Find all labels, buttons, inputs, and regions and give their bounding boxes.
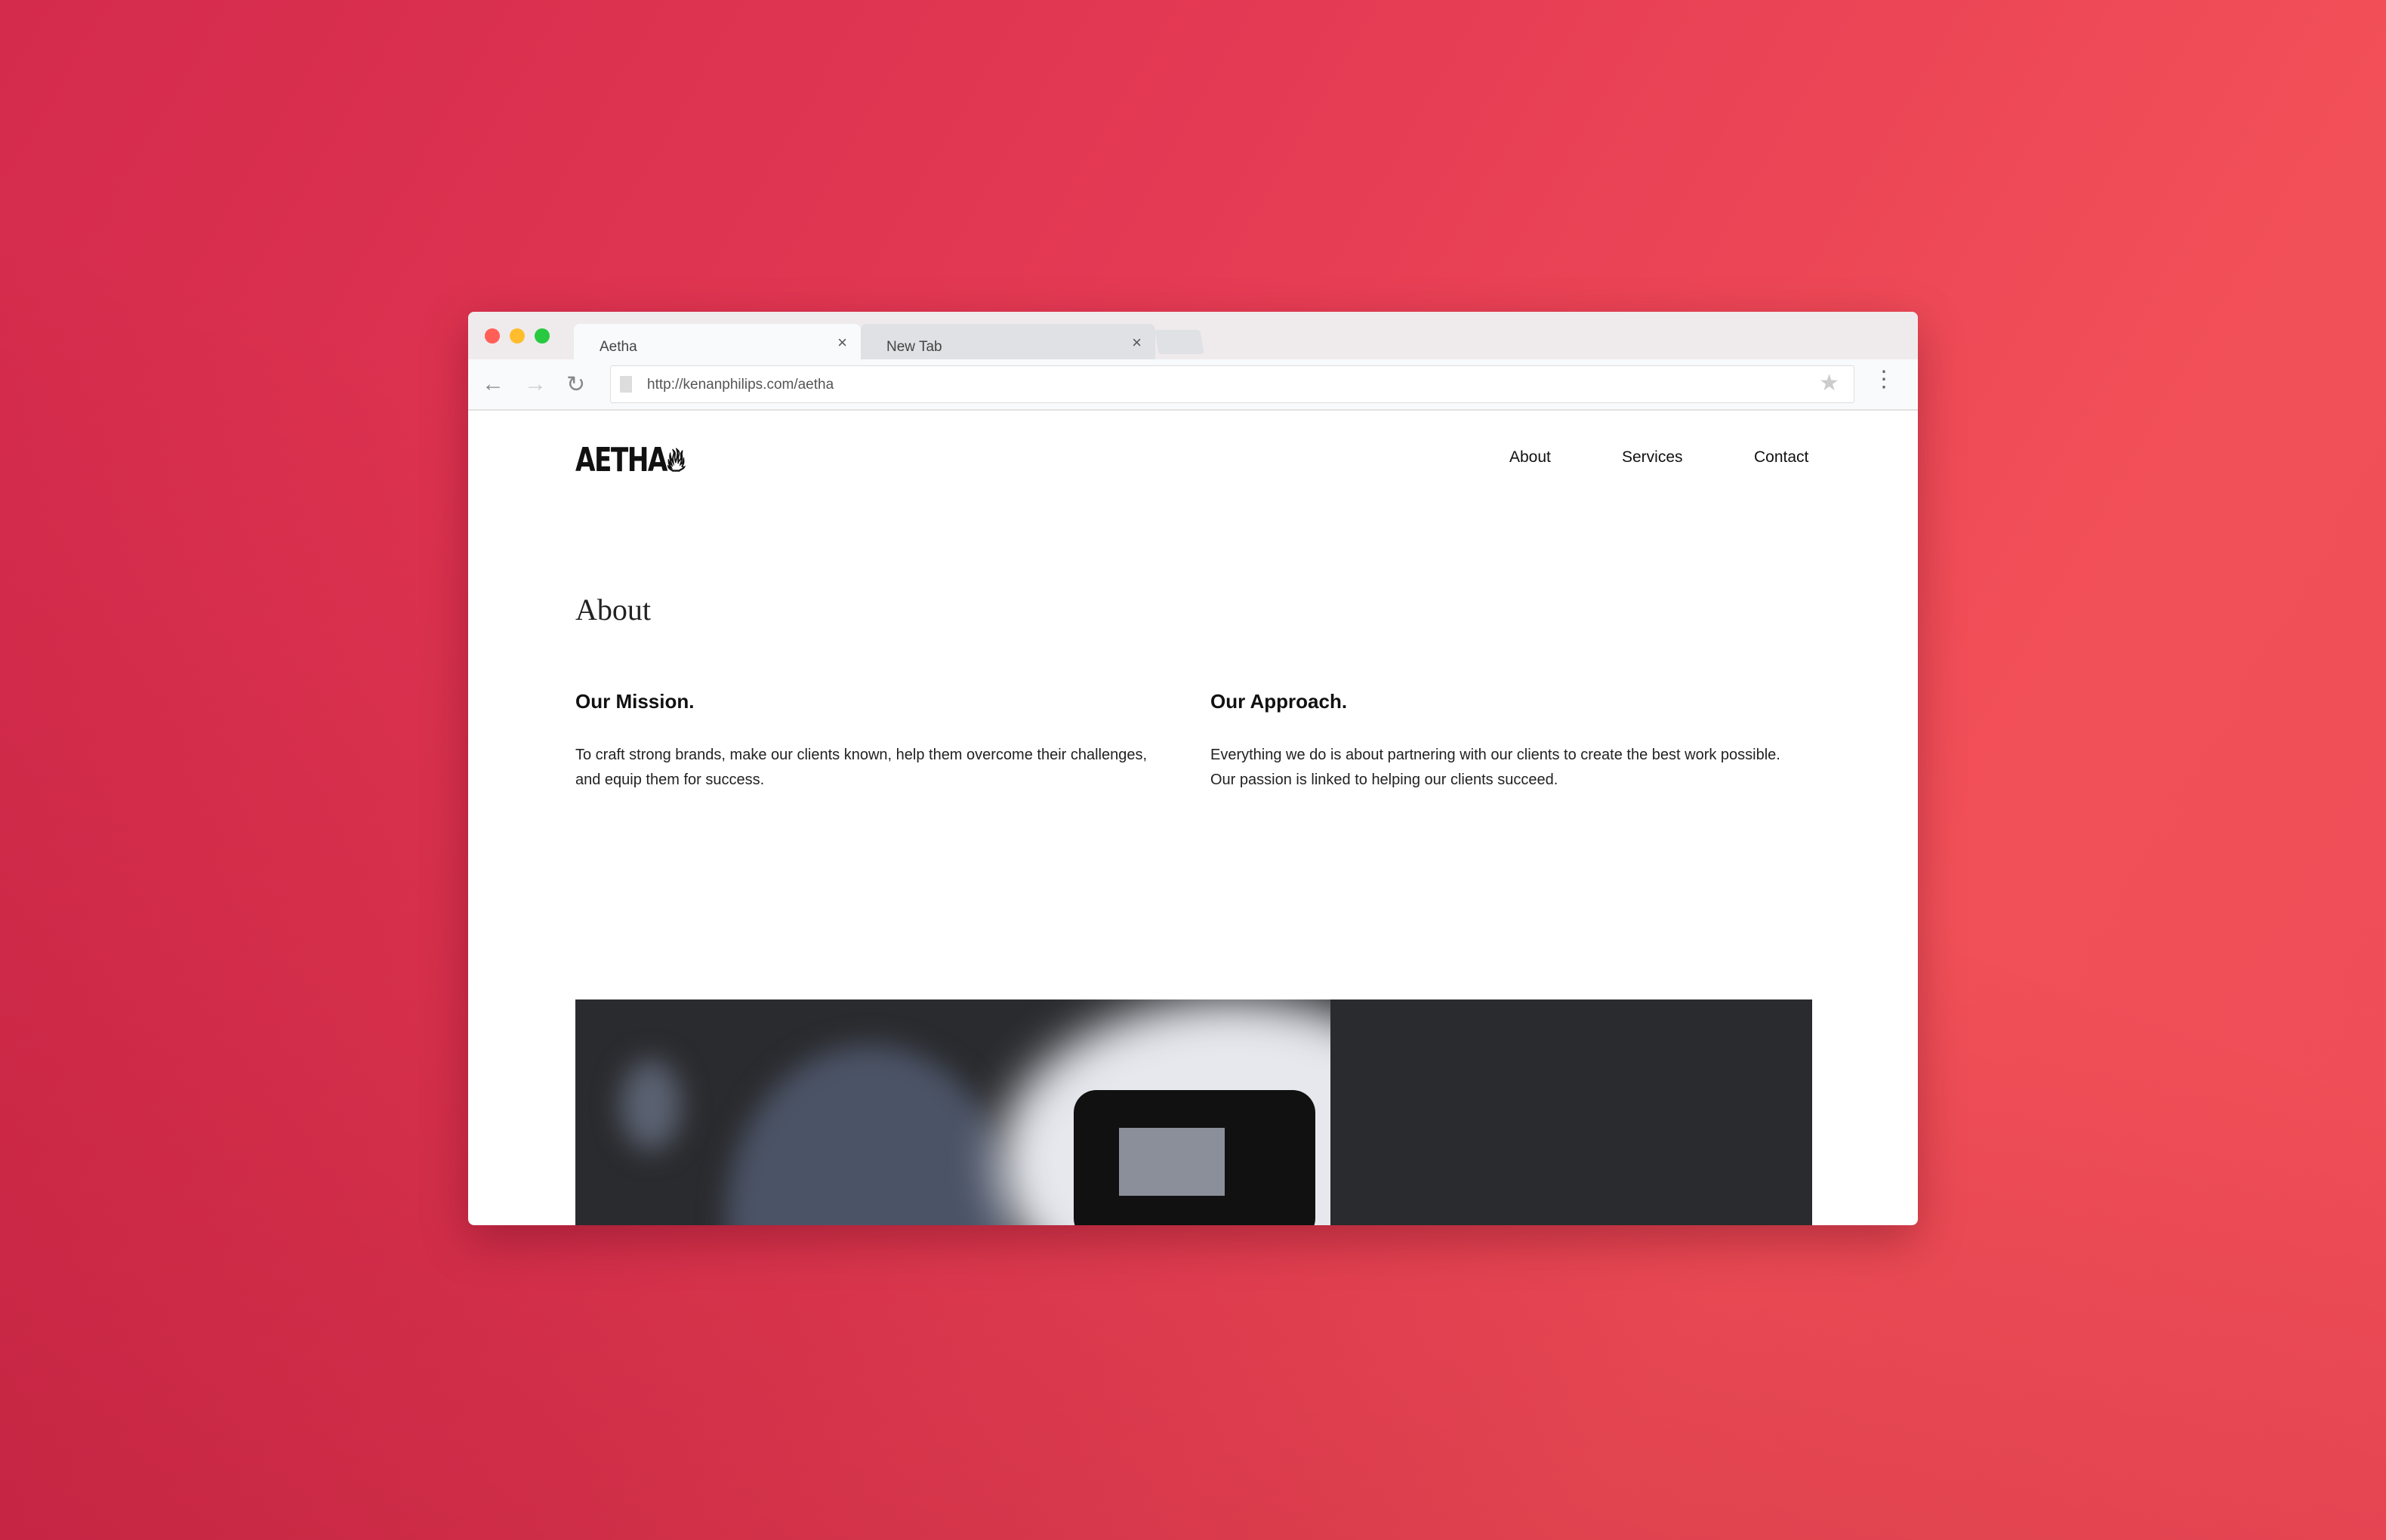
tab-new-tab[interactable]: New Tab × (861, 324, 1155, 359)
close-tab-icon[interactable]: × (837, 333, 847, 353)
hero-image-camera (575, 999, 1812, 1225)
camera-screen (1119, 1128, 1225, 1196)
tab-aetha[interactable]: Aetha × (574, 324, 861, 359)
address-bar[interactable]: http://kenanphilips.com/aetha (610, 365, 1854, 403)
maximize-window-button[interactable] (535, 328, 550, 343)
mission-text: To craft strong brands, make our clients… (575, 747, 1148, 788)
approach-heading: Our Approach. (1210, 690, 1348, 713)
page-title: About (575, 593, 651, 627)
close-window-button[interactable] (485, 328, 500, 343)
url-text: http://kenanphilips.com/aetha (647, 377, 834, 393)
logo[interactable]: AETHA🔥︎ (575, 441, 686, 479)
page-content: AETHA🔥︎ About Services Contact About Our… (468, 411, 1918, 1225)
mission-heading: Our Mission. (575, 690, 695, 713)
tab-title: New Tab (886, 339, 942, 355)
approach-text: Everything we do is about partnering wit… (1210, 747, 1780, 788)
forward-icon[interactable]: → (524, 371, 547, 397)
logo-text: AETHA (575, 441, 667, 479)
browser-window: Aetha × New Tab × ← → ↻ http://kenanphilip… (468, 312, 1918, 1225)
close-tab-icon[interactable]: × (1132, 333, 1142, 353)
nav-about[interactable]: About (1509, 448, 1551, 467)
reload-icon[interactable]: ↻ (566, 371, 585, 398)
page-icon (620, 376, 632, 393)
nav-services[interactable]: Services (1622, 448, 1683, 467)
flame-icon: 🔥︎ (666, 441, 686, 479)
tab-title: Aetha (600, 339, 637, 355)
nav-contact[interactable]: Contact (1754, 448, 1808, 467)
toolbar: ← → ↻ http://kenanphilips.com/aetha ★ ⋮ (468, 359, 1918, 411)
minimize-window-button[interactable] (510, 328, 525, 343)
tab-bar: Aetha × New Tab × (468, 312, 1918, 359)
back-icon[interactable]: ← (482, 371, 504, 397)
menu-icon[interactable]: ⋮ (1873, 368, 1895, 391)
new-tab-button[interactable] (1154, 330, 1204, 354)
star-icon[interactable]: ★ (1819, 370, 1839, 396)
